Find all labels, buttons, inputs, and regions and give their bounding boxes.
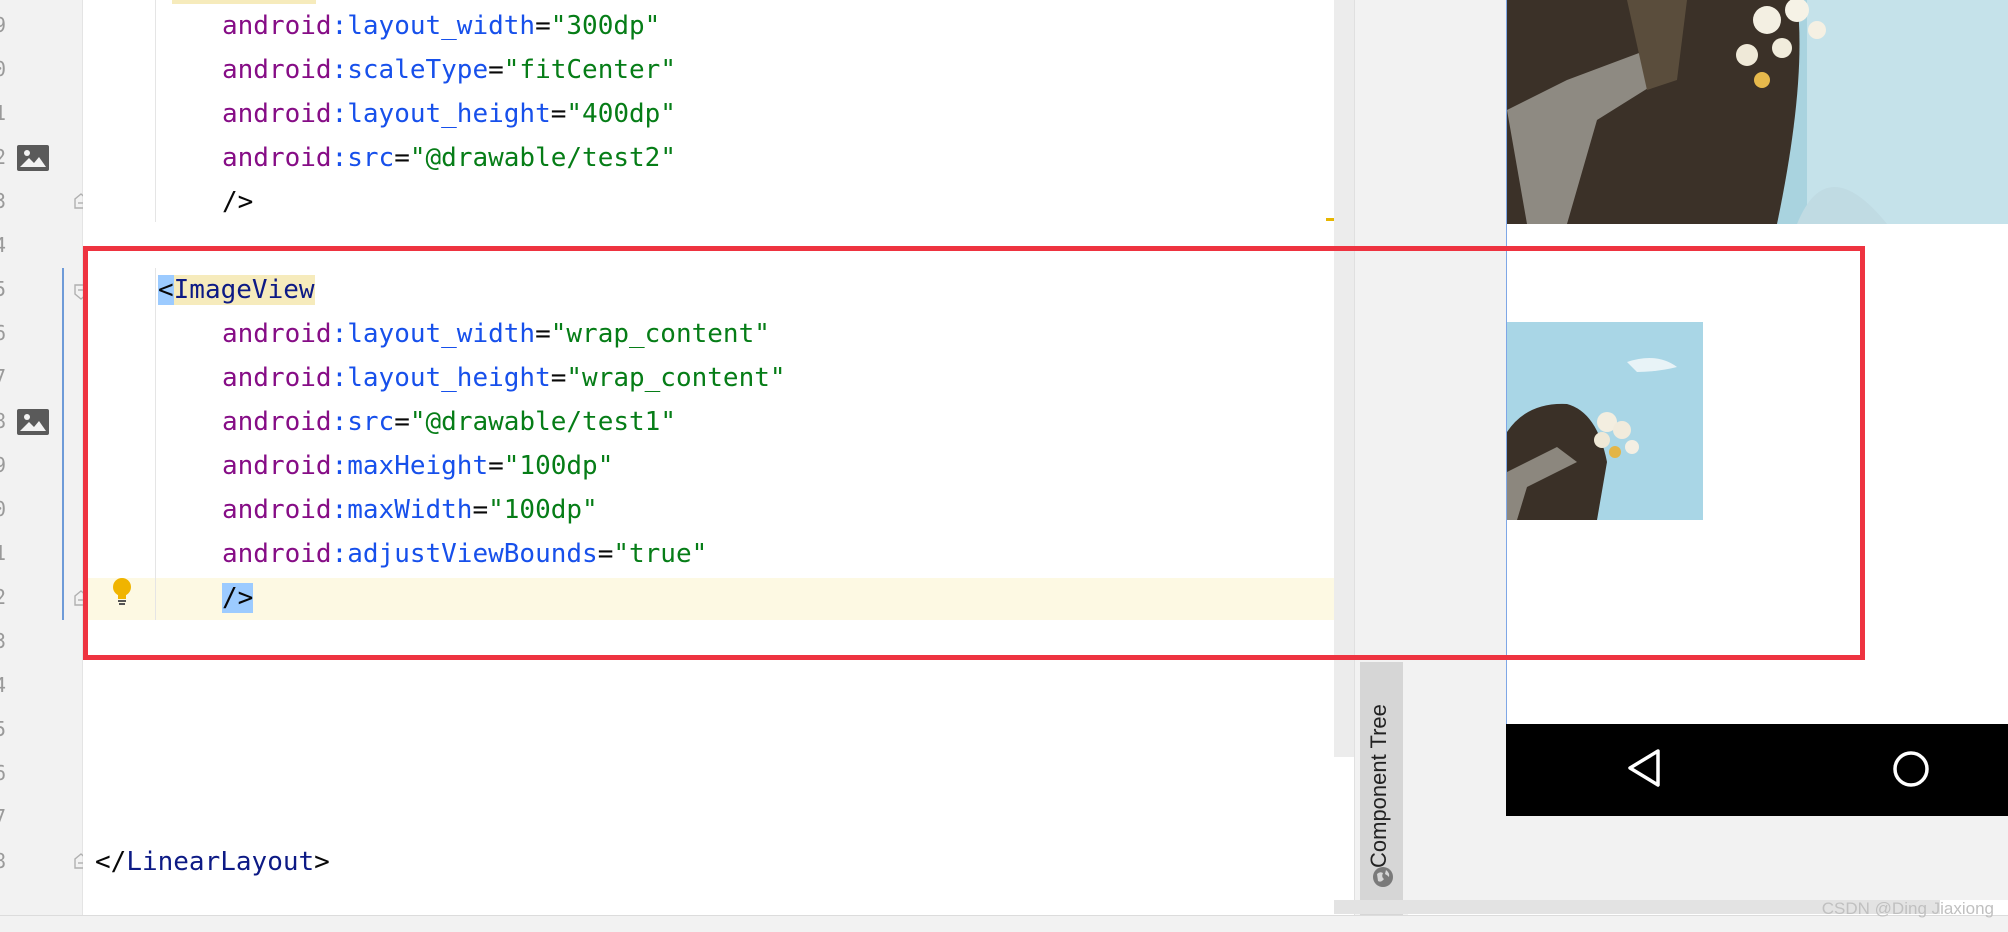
line-number: 0 xyxy=(0,498,6,520)
status-strip xyxy=(0,915,2008,932)
image-icon[interactable] xyxy=(16,144,50,172)
line-number: 6 xyxy=(0,762,6,784)
code-line[interactable]: android:src="@drawable/test2" xyxy=(222,136,676,180)
code-line[interactable]: /> xyxy=(222,180,253,224)
annotation-highlight-box xyxy=(83,246,1865,660)
editor-gutter xyxy=(0,0,83,915)
line-number: 2 xyxy=(0,146,6,168)
nav-back-icon[interactable] xyxy=(1626,748,1662,788)
line-number: 3 xyxy=(0,190,6,212)
code-line[interactable]: android:layout_height="400dp" xyxy=(222,92,676,136)
vcs-change-marker xyxy=(62,268,64,620)
line-number: 2 xyxy=(0,586,6,608)
code-line[interactable]: android:scaleType="fitCenter" xyxy=(222,48,676,92)
image-icon[interactable] xyxy=(16,408,50,436)
watermark: CSDN @Ding Jiaxiong xyxy=(1821,899,1994,918)
line-number: 1 xyxy=(0,102,6,124)
line-number: 9 xyxy=(0,14,6,36)
globe-icon xyxy=(1373,867,1393,887)
line-number: 4 xyxy=(0,234,6,256)
line-number: 7 xyxy=(0,366,6,388)
line-number: 5 xyxy=(0,278,6,300)
line-number: 5 xyxy=(0,718,6,740)
component-tree-label[interactable]: Component Tree xyxy=(1366,704,1392,868)
preview-image-test2[interactable] xyxy=(1507,0,2008,224)
line-number: 8 xyxy=(0,850,6,872)
line-number: 1 xyxy=(0,542,6,564)
line-number: 9 xyxy=(0,454,6,476)
code-line[interactable]: android:layout_width="300dp" xyxy=(222,4,660,48)
line-number: 8 xyxy=(0,410,6,432)
nav-home-icon[interactable] xyxy=(1892,750,1930,788)
android-nav-bar xyxy=(1506,724,2008,816)
line-number: 6 xyxy=(0,322,6,344)
line-number: 4 xyxy=(0,674,6,696)
indent-guide xyxy=(155,0,156,222)
line-number: 3 xyxy=(0,630,6,652)
code-line[interactable]: </LinearLayout> xyxy=(95,840,330,884)
line-number: 7 xyxy=(0,806,6,828)
line-number: 0 xyxy=(0,58,6,80)
